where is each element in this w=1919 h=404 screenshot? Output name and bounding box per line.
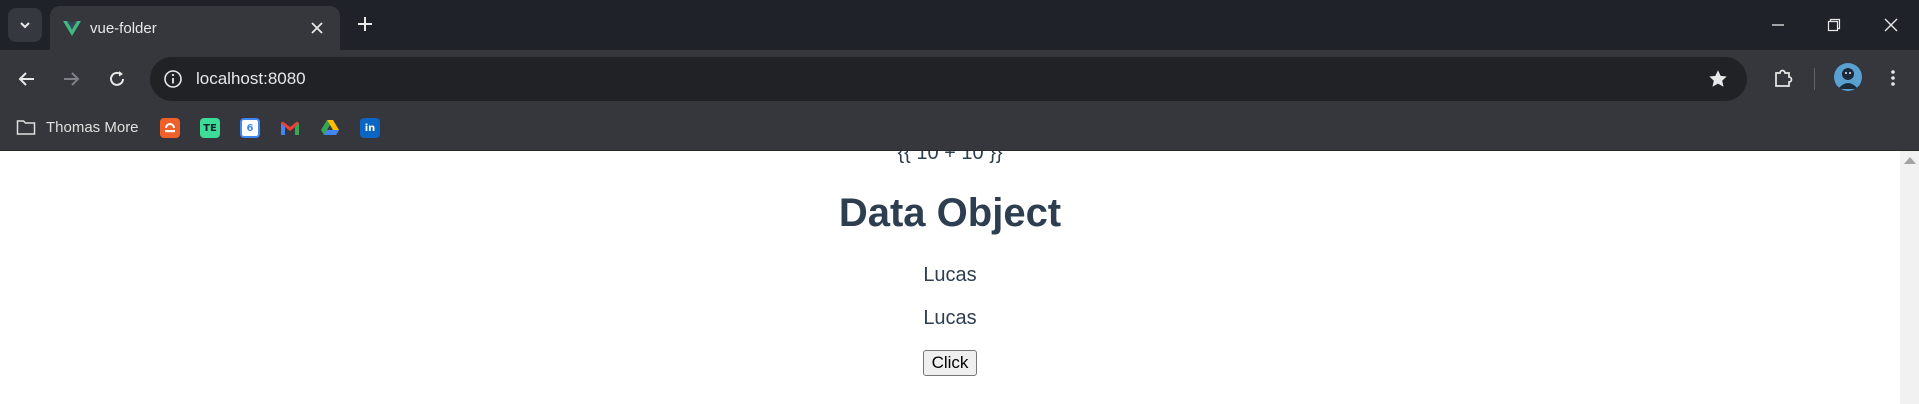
folder-icon (16, 120, 36, 135)
gmail-icon[interactable] (280, 118, 300, 138)
linkedin-icon[interactable]: in (360, 118, 380, 138)
vertical-scrollbar[interactable] (1900, 151, 1919, 404)
info-icon[interactable] (162, 68, 184, 90)
drive-logo-icon (321, 120, 339, 135)
button-wrapper: Click (0, 350, 1900, 376)
tab-title: vue-folder (90, 20, 157, 37)
te-bookmark-icon[interactable]: TE (200, 118, 220, 138)
gmail-logo-icon (281, 121, 299, 135)
url-text[interactable]: localhost:8080 (196, 69, 306, 89)
back-button[interactable] (12, 64, 42, 94)
scroll-up-arrow-icon[interactable] (1904, 157, 1916, 164)
name-text-2: Lucas (923, 307, 977, 329)
reload-button[interactable] (102, 64, 132, 94)
page-heading: Data Object (838, 191, 1062, 235)
page-content: {{ 10 + 10 }} Data Object Lucas Lucas Cl… (0, 151, 1900, 404)
arrow-right-icon (64, 72, 80, 86)
template-expression-text: {{ 10 + 10 }} (897, 151, 1003, 164)
avatar-icon (1834, 63, 1862, 91)
puzzle-icon (1775, 69, 1793, 87)
more-vertical-icon (1891, 70, 1895, 86)
new-tab-icon[interactable] (355, 14, 375, 34)
eu-logo-icon (165, 123, 175, 133)
bookmarks-bar: Thomas More TE 6 in (0, 108, 1919, 151)
arrow-left-icon (18, 72, 34, 86)
tab-search-button[interactable] (8, 8, 42, 42)
calendar-date-label: 6 (246, 122, 254, 134)
minimize-icon (1772, 24, 1784, 26)
browser-tab[interactable]: vue-folder (50, 6, 340, 50)
close-window-button[interactable] (1878, 12, 1904, 38)
bookmark-folder-thomas-more[interactable]: Thomas More (16, 118, 139, 136)
address-bar[interactable]: localhost:8080 (150, 57, 1747, 101)
extensions-button[interactable] (1768, 63, 1798, 93)
chevron-down-icon (20, 22, 30, 29)
close-icon (1884, 18, 1898, 32)
te-bookmark-label: TE (203, 122, 217, 134)
name-text-1: Lucas (923, 264, 977, 286)
close-tab-icon[interactable] (308, 19, 326, 37)
browser-menu-button[interactable] (1878, 63, 1908, 93)
bookmark-star-icon[interactable] (1707, 68, 1729, 90)
google-drive-icon[interactable] (320, 118, 340, 138)
restore-icon (1827, 18, 1841, 32)
toolbar-divider (1814, 68, 1815, 90)
google-calendar-icon[interactable]: 6 (240, 118, 260, 138)
restore-button[interactable] (1821, 12, 1847, 38)
bookmark-folder-label: Thomas More (46, 118, 139, 136)
linkedin-label: in (364, 122, 376, 134)
click-button[interactable]: Click (922, 350, 978, 376)
vue-logo-icon (63, 21, 81, 36)
forward-button[interactable] (56, 64, 86, 94)
browser-toolbar: localhost:8080 (0, 50, 1919, 108)
reload-icon (110, 71, 124, 86)
profile-avatar[interactable] (1834, 63, 1862, 91)
eu-bookmark-icon[interactable] (160, 118, 180, 138)
tab-strip: vue-folder (0, 0, 1919, 50)
minimize-button[interactable] (1765, 12, 1791, 38)
